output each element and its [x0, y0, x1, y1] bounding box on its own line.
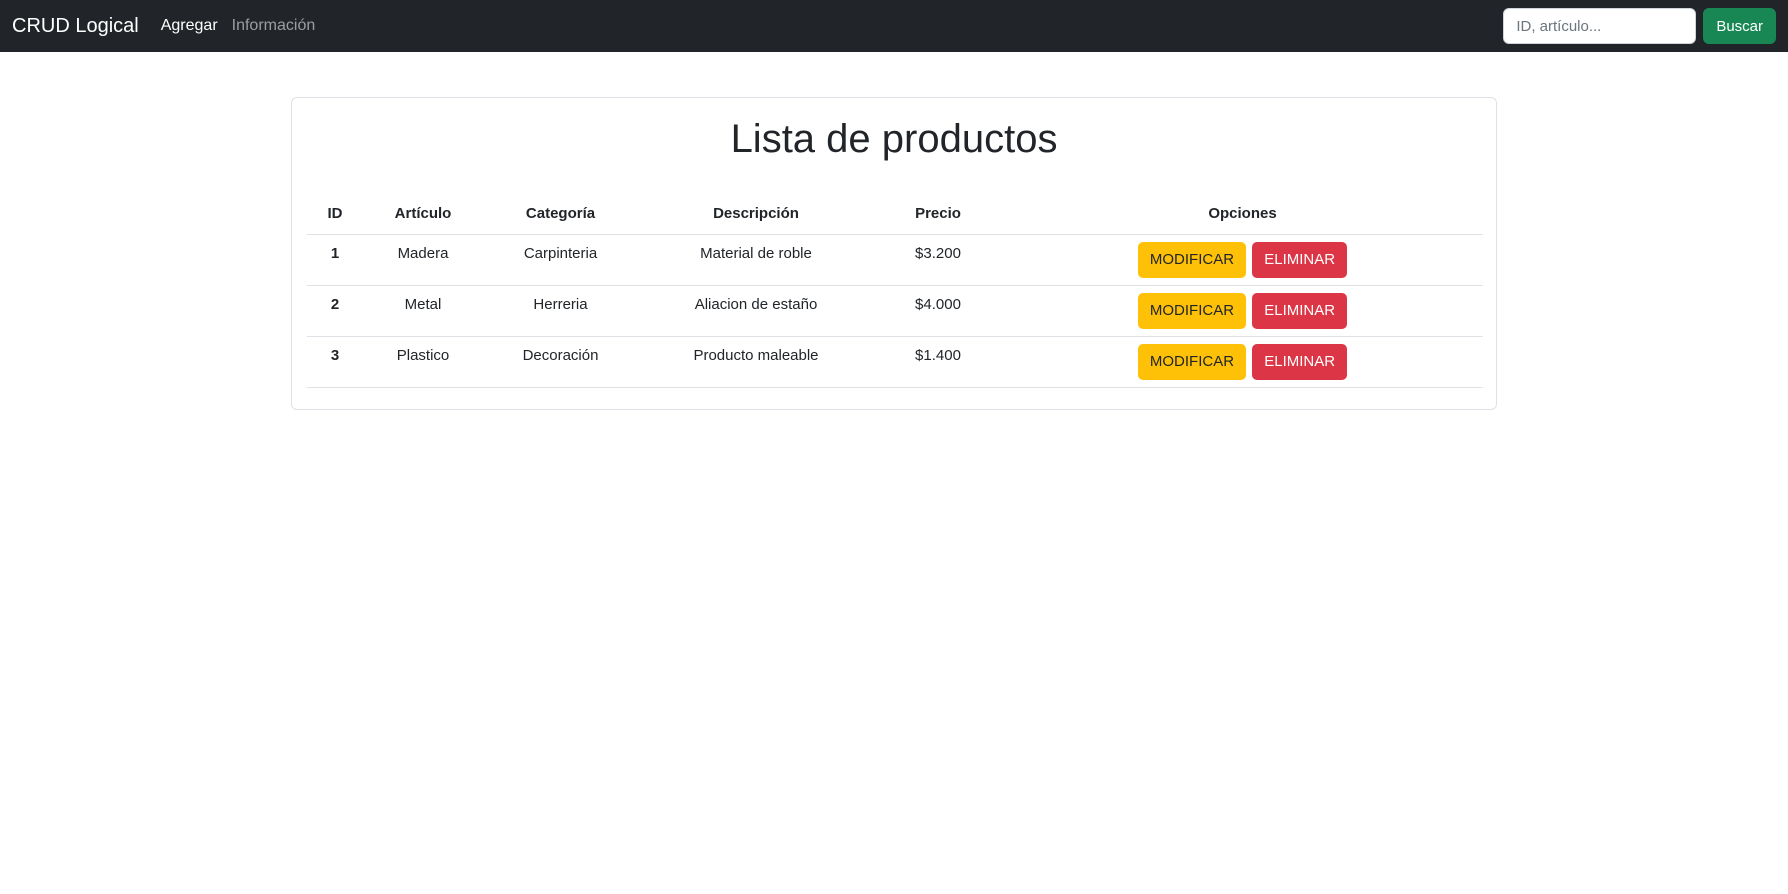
table-row: 3 Plastico Decoración Producto maleable …: [307, 336, 1483, 388]
cell-id: 3: [307, 336, 363, 388]
modify-button[interactable]: MODIFICAR: [1137, 241, 1247, 278]
table-header-row: ID Artículo Categoría Descripción Precio…: [307, 193, 1483, 235]
column-header-precio: Precio: [874, 193, 1002, 235]
delete-button[interactable]: ELIMINAR: [1252, 343, 1348, 380]
delete-button[interactable]: ELIMINAR: [1252, 241, 1348, 278]
search-button[interactable]: Buscar: [1703, 8, 1776, 44]
page-title: Lista de productos: [730, 117, 1058, 161]
table-row: 1 Madera Carpinteria Material de roble $…: [307, 234, 1483, 286]
cell-options: MODIFICAR ELIMINAR: [1002, 285, 1483, 337]
navbar-brand[interactable]: CRUD Logical: [12, 15, 139, 38]
cell-categoria: Decoración: [483, 336, 638, 388]
cell-descripcion: Aliacion de estaño: [638, 285, 874, 337]
modify-button[interactable]: MODIFICAR: [1137, 292, 1247, 329]
cell-categoria: Carpinteria: [483, 234, 638, 286]
column-header-id: ID: [307, 193, 363, 235]
search-input[interactable]: [1503, 8, 1697, 44]
cell-categoria: Herreria: [483, 285, 638, 337]
cell-articulo: Plastico: [363, 336, 483, 388]
cell-articulo: Madera: [363, 234, 483, 286]
products-card: Lista de productos ID Artículo Categoría…: [291, 97, 1497, 410]
column-header-descripcion: Descripción: [638, 193, 874, 235]
cell-options: MODIFICAR ELIMINAR: [1002, 336, 1483, 388]
column-header-categoria: Categoría: [483, 193, 638, 235]
search-form: Buscar: [1503, 8, 1776, 44]
cell-id: 1: [307, 234, 363, 286]
navbar: CRUD Logical Agregar Información Buscar: [0, 0, 1788, 52]
cell-precio: $4.000: [874, 285, 1002, 337]
column-header-articulo: Artículo: [363, 193, 483, 235]
cell-options: MODIFICAR ELIMINAR: [1002, 234, 1483, 286]
delete-button[interactable]: ELIMINAR: [1252, 292, 1348, 329]
cell-id: 2: [307, 285, 363, 337]
cell-precio: $3.200: [874, 234, 1002, 286]
nav-link-informacion[interactable]: Información: [232, 17, 316, 35]
cell-precio: $1.400: [874, 336, 1002, 388]
column-header-opciones: Opciones: [1002, 193, 1483, 235]
cell-articulo: Metal: [363, 285, 483, 337]
nav-link-agregar[interactable]: Agregar: [161, 17, 218, 35]
modify-button[interactable]: MODIFICAR: [1137, 343, 1247, 380]
table-row: 2 Metal Herreria Aliacion de estaño $4.0…: [307, 285, 1483, 337]
cell-descripcion: Producto maleable: [638, 336, 874, 388]
products-table: ID Artículo Categoría Descripción Precio…: [307, 193, 1483, 388]
cell-descripcion: Material de roble: [638, 234, 874, 286]
